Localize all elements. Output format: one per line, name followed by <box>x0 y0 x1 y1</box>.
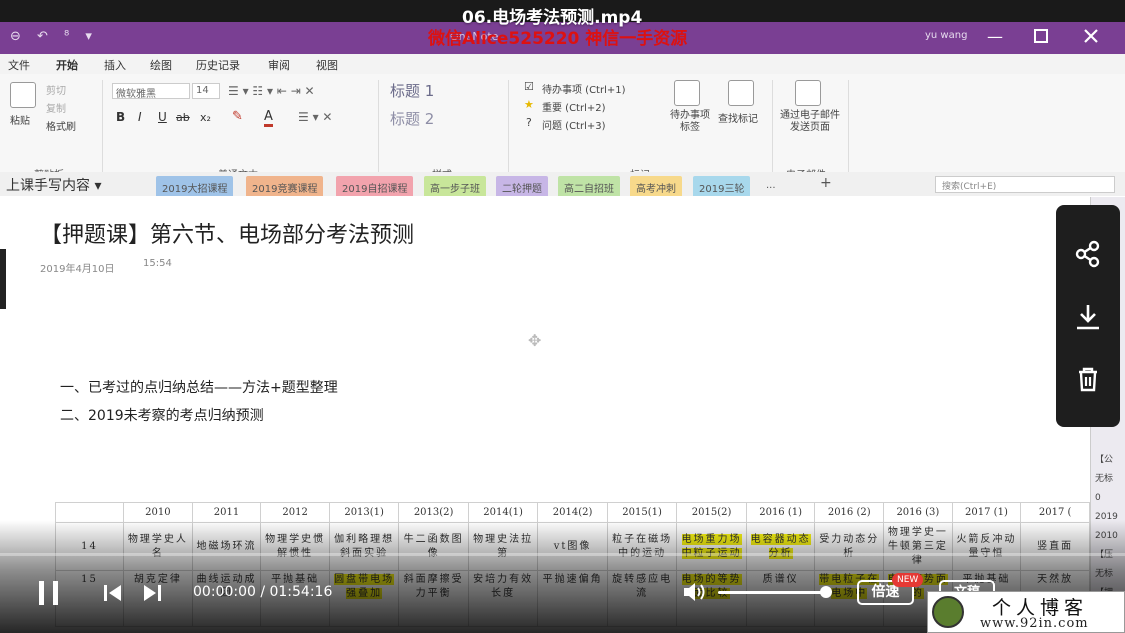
volume-knob[interactable] <box>820 586 832 598</box>
list-icons[interactable]: ☰ ▾ ☷ ▾ ⇤ ⇥ ✕ <box>228 84 315 98</box>
page-list-item[interactable]: 无标 <box>1095 472 1123 486</box>
align-icon[interactable]: ☰ ▾ ✕ <box>298 110 332 124</box>
style-heading1[interactable]: 标题 1 <box>390 80 434 101</box>
blog-logo-icon <box>932 596 964 628</box>
email-icon[interactable] <box>795 80 821 106</box>
section-tab[interactable]: 高考冲刺 <box>630 176 682 196</box>
blog-watermark: 个人博客 www.92in.com <box>927 591 1125 633</box>
close-icon[interactable] <box>1082 28 1100 46</box>
download-icon[interactable] <box>1073 302 1103 332</box>
ribbon-separator <box>848 80 849 176</box>
ribbon: 粘贴 剪切 复制 格式刷 剪贴板 微软雅黑 14 ☰ ▾ ☷ ▾ ⇤ ⇥ ✕ B… <box>0 74 1125 181</box>
find-tags-icon[interactable] <box>728 80 754 106</box>
page-list-item[interactable]: 0 <box>1095 491 1123 505</box>
ribbon-separator <box>508 80 509 176</box>
outline-item[interactable]: 一、已考过的点归纳总结——方法+题型整理 <box>60 377 338 397</box>
menu-history[interactable]: 历史记录 <box>196 57 240 73</box>
time-display: 00:00:00 / 01:54:16 <box>193 584 333 600</box>
ribbon-separator <box>102 80 103 176</box>
section-tab[interactable]: 二轮押题 <box>496 176 548 196</box>
page-date: 2019年4月10日 <box>40 264 115 275</box>
tag-todo[interactable]: 待办事项 (Ctrl+1) <box>542 81 626 96</box>
watermark-text: 微信Alice525220 神信一手资源 <box>428 29 688 49</box>
tag-question[interactable]: 问题 (Ctrl+3) <box>542 117 606 132</box>
strikethrough-button[interactable]: ab <box>176 111 190 124</box>
progress-bar[interactable] <box>0 553 1125 556</box>
notebook-selector[interactable]: 上课手写内容 ▾ <box>6 175 101 195</box>
style-heading2[interactable]: 标题 2 <box>390 108 434 129</box>
next-icon[interactable] <box>142 584 162 606</box>
page-time: 15:54 <box>143 258 172 269</box>
highlight-color-icon[interactable]: ✎ <box>232 109 243 124</box>
quick-access-toolbar[interactable]: ⊖ ↶ ⁸ ▾ <box>10 29 98 44</box>
section-tab[interactable]: ... <box>760 176 782 196</box>
menu-review[interactable]: 审阅 <box>268 57 290 73</box>
add-section-icon[interactable]: + <box>820 175 832 191</box>
delete-icon[interactable] <box>1073 364 1103 394</box>
tag-important[interactable]: 重要 (Ctrl+2) <box>542 99 606 114</box>
menu-draw[interactable]: 绘图 <box>150 57 172 73</box>
ribbon-separator <box>378 80 379 176</box>
section-tab[interactable]: 2019竞赛课程 <box>246 176 324 196</box>
page-title[interactable]: 【押题课】第六节、电场部分考法预测 <box>40 217 414 249</box>
font-name-select[interactable]: 微软雅黑 <box>112 83 190 100</box>
bold-button[interactable]: B <box>116 110 125 124</box>
checkbox-icon: ☑ <box>524 80 534 93</box>
todo-tag-button[interactable]: 待办事项标签 <box>666 110 714 134</box>
subscript-button[interactable]: x₂ <box>200 111 211 124</box>
menu-file[interactable]: 文件 <box>8 57 30 73</box>
cut-button[interactable]: 剪切 <box>46 82 66 97</box>
blog-url: www.92in.com <box>980 616 1089 631</box>
move-cursor-icon: ✥ <box>528 331 542 350</box>
video-player[interactable]: ⊖ ↶ ⁸ ▾ OneNote yu wang 文件 开始 插入 绘图 历史记录… <box>0 0 1125 633</box>
pause-icon[interactable] <box>37 580 61 610</box>
font-size-select[interactable]: 14 <box>192 83 220 99</box>
side-action-panel <box>1056 205 1120 427</box>
section-tab[interactable]: 2019大招课程 <box>156 176 234 196</box>
copy-button[interactable]: 复制 <box>46 100 66 115</box>
ribbon-tabs: 文件 开始 插入 绘图 历史记录 审阅 视图 <box>0 54 1125 76</box>
menu-view[interactable]: 视图 <box>316 57 338 73</box>
notebook-name: 上课手写内容 <box>6 178 90 194</box>
section-tab[interactable]: 2019三轮 <box>693 176 751 196</box>
menu-insert[interactable]: 插入 <box>104 57 126 73</box>
todo-tag-icon[interactable] <box>674 80 700 106</box>
volume-slider[interactable] <box>718 591 826 594</box>
format-painter-button[interactable]: 格式刷 <box>46 118 76 133</box>
previous-icon[interactable] <box>103 584 123 606</box>
share-icon[interactable] <box>1073 239 1103 269</box>
font-color-icon[interactable]: A <box>264 109 273 127</box>
minimize-icon[interactable]: — <box>986 28 1004 46</box>
section-tabs: 上课手写内容 ▾ 2019大招课程 2019竞赛课程 2019自招课程 高一步子班 二轮… <box>0 172 1125 196</box>
paste-button[interactable]: 粘贴 <box>10 112 30 127</box>
user-name[interactable]: yu wang <box>925 30 967 41</box>
find-tags-button[interactable]: 查找标记 <box>718 110 758 125</box>
underline-button[interactable]: U <box>158 110 167 124</box>
new-badge: NEW <box>892 573 924 587</box>
page-list-item[interactable]: 【公 <box>1095 453 1123 467</box>
window-edge <box>0 249 6 309</box>
search-input[interactable]: 搜索(Ctrl+E) <box>935 176 1115 193</box>
email-page-button[interactable]: 通过电子邮件发送页面 <box>780 110 840 134</box>
maximize-icon[interactable] <box>1032 28 1050 46</box>
question-icon: ? <box>526 116 532 129</box>
volume-icon[interactable] <box>682 580 708 608</box>
section-tab[interactable]: 2019自招课程 <box>336 176 414 196</box>
star-icon: ★ <box>524 98 534 111</box>
section-tab[interactable]: 高一步子班 <box>424 176 486 196</box>
paste-icon[interactable] <box>10 82 36 108</box>
section-tab[interactable]: 高二自招班 <box>558 176 620 196</box>
outline-item[interactable]: 二、2019未考察的考点归纳预测 <box>60 405 264 425</box>
italic-button[interactable]: I <box>138 110 142 124</box>
ribbon-separator <box>772 80 773 176</box>
